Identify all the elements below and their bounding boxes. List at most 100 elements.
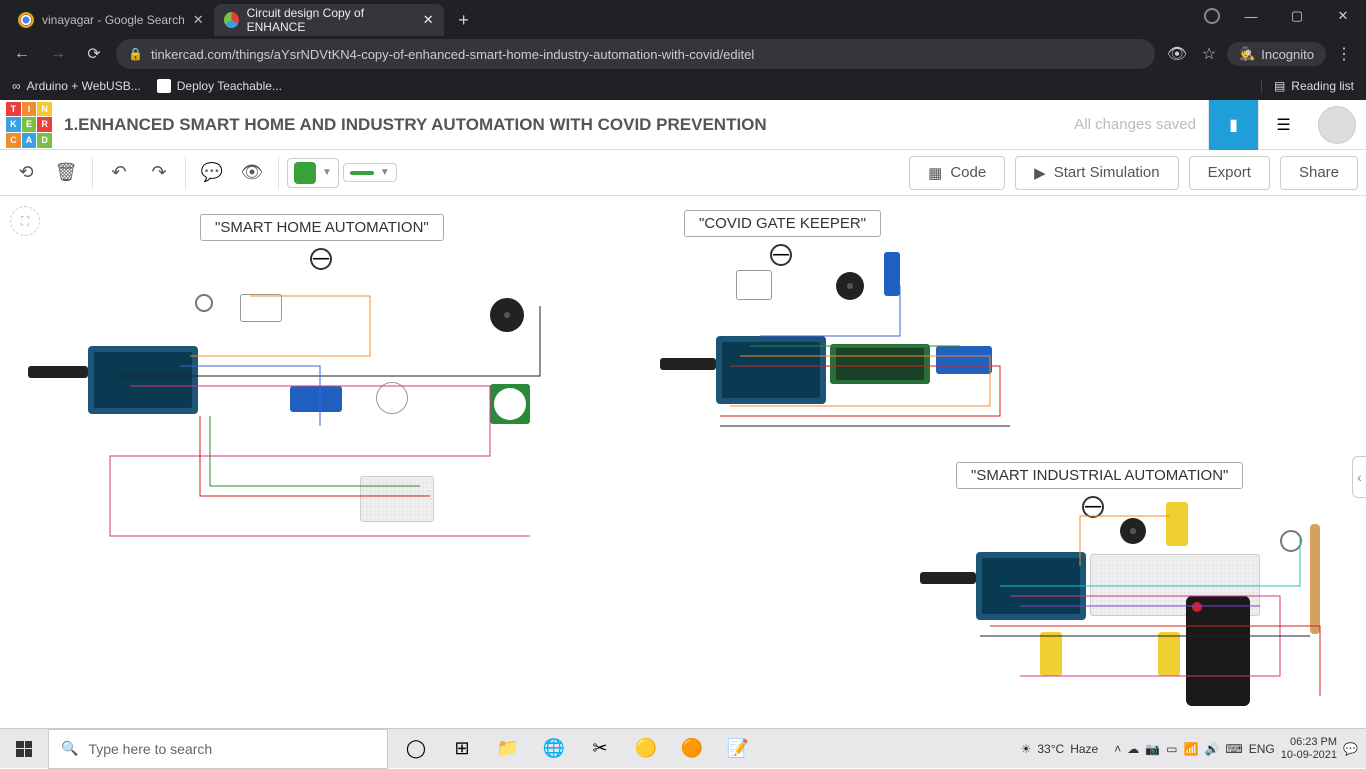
profile-avatar-icon[interactable] [1196, 0, 1228, 32]
onedrive-icon[interactable]: ☁ [1127, 742, 1139, 756]
meet-now-icon[interactable]: 📷 [1145, 742, 1160, 756]
bookmark-item[interactable]: Deploy Teachable... [157, 79, 282, 93]
wire-style-picker[interactable]: ▼ [343, 163, 397, 182]
battery-icon[interactable]: ▭ [1166, 742, 1177, 756]
ir-remote[interactable] [1186, 596, 1250, 706]
save-status: All changes saved [1074, 116, 1208, 133]
circuit-label[interactable]: "SMART HOME AUTOMATION" [200, 214, 444, 241]
color-picker[interactable]: ▼ [287, 158, 339, 188]
wifi-icon[interactable]: 📶 [1184, 742, 1199, 756]
redo-button[interactable]: ↷ [141, 155, 177, 191]
components-panel-handle[interactable]: ‹ [1352, 456, 1366, 498]
temperature-sensor[interactable] [884, 252, 900, 296]
relay-module[interactable] [240, 294, 282, 322]
dc-motor[interactable] [1166, 502, 1188, 546]
pressure-sensor[interactable] [1280, 530, 1302, 552]
search-placeholder: Type here to search [88, 741, 212, 757]
design-canvas[interactable]: ⛶ ‹ "SMART HOME AUTOMATION" — "COVID GAT… [0, 196, 1366, 756]
browser-tab[interactable]: vinayagar - Google Search ✕ [8, 4, 214, 36]
volume-icon[interactable]: 🔊 [1204, 742, 1219, 756]
dc-motor[interactable] [1040, 632, 1062, 676]
usb-cable[interactable] [28, 366, 88, 378]
export-button[interactable]: Export [1189, 156, 1270, 190]
start-button[interactable] [0, 729, 48, 769]
light-bulb[interactable] [195, 294, 213, 312]
address-row: ← → ⟳ 🔒 tinkercad.com/things/aYsrNDVtKN4… [0, 36, 1366, 72]
collapse-icon[interactable]: — [1082, 496, 1104, 518]
taskbar-search[interactable]: 🔍 Type here to search [48, 729, 388, 769]
incognito-badge[interactable]: 🕵 Incognito [1227, 42, 1326, 66]
task-view-icon[interactable]: ⊞ [440, 729, 484, 769]
project-title[interactable]: 1.ENHANCED SMART HOME AND INDUSTRY AUTOM… [64, 115, 767, 135]
circuit-label[interactable]: "COVID GATE KEEPER" [684, 210, 881, 237]
zoom-to-fit-button[interactable]: ⛶ [10, 206, 40, 236]
language-indicator[interactable]: ENG [1249, 742, 1275, 756]
ultrasonic-sensor[interactable] [290, 386, 342, 412]
nav-forward-button[interactable]: → [44, 40, 72, 68]
window-maximize-button[interactable]: ▢ [1274, 0, 1320, 32]
cortana-icon[interactable]: ◯ [394, 729, 438, 769]
start-simulation-button[interactable]: ▶ Start Simulation [1015, 156, 1178, 190]
address-bar[interactable]: 🔒 tinkercad.com/things/aYsrNDVtKN4-copy-… [116, 39, 1155, 69]
chrome-icon[interactable]: 🟡 [624, 729, 668, 769]
arduino-favicon-icon: ∞ [12, 79, 21, 93]
code-button[interactable]: ▦ Code [909, 156, 1005, 190]
share-button[interactable]: Share [1280, 156, 1358, 190]
reading-list-button[interactable]: ▤ Reading list [1261, 79, 1354, 93]
tray-chevron-icon[interactable]: ˄ [1114, 742, 1121, 756]
arduino-board[interactable] [976, 552, 1086, 620]
gas-sensor[interactable] [376, 382, 408, 414]
notepad-icon[interactable]: 📝 [716, 729, 760, 769]
usb-cable[interactable] [920, 572, 976, 584]
bookmark-star-icon[interactable]: ☆ [1195, 40, 1223, 68]
arduino-board[interactable] [716, 336, 826, 404]
snip-icon[interactable]: ✂ [578, 729, 622, 769]
tinkercad-logo[interactable]: TIN KER CAD [6, 102, 52, 148]
arduino-board[interactable] [88, 346, 198, 414]
buzzer[interactable] [836, 272, 864, 300]
incognito-eye-icon[interactable]: 👁 [1163, 40, 1191, 68]
annotate-button[interactable]: 💬 [194, 155, 230, 191]
list-view-button[interactable]: ☰ [1258, 100, 1308, 150]
keyboard-icon[interactable]: ⌨ [1225, 742, 1242, 756]
pir-sensor[interactable] [490, 384, 530, 424]
user-avatar[interactable] [1318, 106, 1356, 144]
tab-strip: vinayagar - Google Search ✕ Circuit desi… [0, 0, 1366, 36]
clock[interactable]: 06:23 PM 10-09-2021 [1281, 736, 1337, 760]
chrome-icon[interactable]: 🟠 [670, 729, 714, 769]
circuit-view-button[interactable]: ▮ [1208, 100, 1258, 150]
weather-widget[interactable]: ☀ 33°C Haze [1021, 742, 1099, 756]
lcd-display[interactable] [830, 344, 930, 384]
ultrasonic-sensor[interactable] [936, 346, 992, 374]
delete-button[interactable]: 🗑 [48, 155, 84, 191]
servo-motor[interactable] [736, 270, 772, 300]
circuit-label[interactable]: "SMART INDUSTRIAL AUTOMATION" [956, 462, 1243, 489]
nav-back-button[interactable]: ← [8, 40, 36, 68]
nav-reload-button[interactable]: ⟳ [80, 40, 108, 68]
window-minimize-button[interactable]: — [1228, 0, 1274, 32]
tab-close-icon[interactable]: ✕ [423, 12, 434, 28]
window-close-button[interactable]: ✕ [1320, 0, 1366, 32]
app-header: TIN KER CAD 1.ENHANCED SMART HOME AND IN… [0, 100, 1366, 150]
incognito-hat-icon: 🕵 [1239, 46, 1255, 62]
undo-button[interactable]: ↶ [101, 155, 137, 191]
breadboard[interactable] [360, 476, 434, 522]
explorer-icon[interactable]: 📁 [486, 729, 530, 769]
collapse-icon[interactable]: — [770, 244, 792, 266]
browser-menu-button[interactable]: ⋮ [1330, 40, 1358, 68]
tab-close-icon[interactable]: ✕ [193, 12, 204, 28]
buzzer[interactable] [1120, 518, 1146, 544]
browser-tab[interactable]: Circuit design Copy of ENHANCE ✕ [214, 4, 444, 36]
new-tab-button[interactable]: + [450, 6, 478, 34]
rotate-button[interactable]: ⟲ [8, 155, 44, 191]
buzzer[interactable] [490, 298, 524, 332]
bookmark-item[interactable]: ∞ Arduino + WebUSB... [12, 79, 141, 93]
dc-motor[interactable] [1158, 632, 1180, 676]
notifications-icon[interactable]: 💬 [1343, 742, 1358, 756]
flex-sensor[interactable] [1310, 524, 1320, 634]
collapse-icon[interactable]: — [310, 248, 332, 270]
view-toggle-button[interactable]: 👁 [234, 155, 270, 191]
search-icon: 🔍 [61, 740, 78, 757]
edge-icon[interactable]: 🌐 [532, 729, 576, 769]
usb-cable[interactable] [660, 358, 716, 370]
